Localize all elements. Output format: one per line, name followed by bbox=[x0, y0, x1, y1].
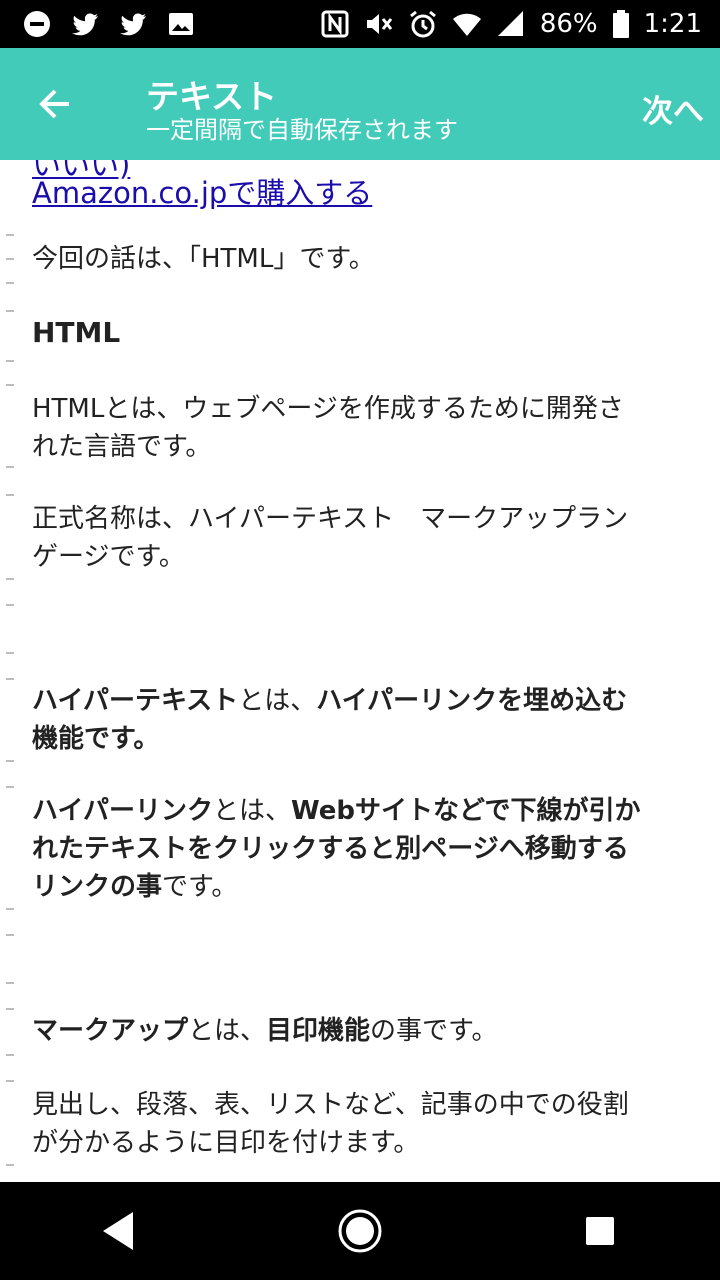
text-line: 正式名称は、ハイパーテキスト マークアップラン bbox=[32, 504, 629, 534]
battery-percent: 86% bbox=[539, 9, 598, 39]
text-run: とは、 bbox=[238, 686, 317, 716]
paragraph-hypertext: ハイパーテキストとは、ハイパーリンクを埋め込む 機能です。 bbox=[32, 682, 692, 758]
text-line: が分かるように目印を付けます。 bbox=[32, 1128, 420, 1158]
bold-text: れたテキストをクリックすると別ページへ移動する bbox=[32, 834, 629, 864]
line-marker bbox=[6, 234, 14, 236]
back-button[interactable] bbox=[30, 84, 80, 124]
line-marker bbox=[6, 282, 14, 284]
bold-term: マークアップ bbox=[32, 1016, 189, 1046]
home-circle-icon bbox=[338, 1209, 382, 1253]
signal-icon bbox=[496, 9, 526, 39]
amazon-purchase-link[interactable]: Amazon.co.jpで購入する bbox=[32, 170, 372, 212]
alarm-icon bbox=[408, 9, 438, 39]
mute-icon bbox=[364, 9, 394, 39]
back-triangle-icon bbox=[103, 1212, 133, 1250]
line-marker bbox=[6, 786, 14, 788]
battery-icon bbox=[612, 9, 630, 39]
nfc-icon bbox=[320, 9, 350, 39]
line-marker bbox=[6, 908, 14, 910]
line-marker bbox=[6, 578, 14, 580]
line-marker bbox=[6, 360, 14, 362]
text-run: とは、 bbox=[212, 796, 291, 826]
line-marker bbox=[6, 1164, 14, 1166]
text-run: とは、 bbox=[188, 1016, 267, 1046]
bold-term: ハイパーテキスト bbox=[32, 686, 239, 716]
line-marker bbox=[6, 1008, 14, 1010]
nav-back-button[interactable] bbox=[80, 1191, 160, 1271]
minus-circle-icon bbox=[22, 9, 52, 39]
line-marker bbox=[6, 494, 14, 496]
text-line: HTMLとは、ウェブページを作成するために開発さ bbox=[32, 394, 624, 424]
bold-term: ハイパーリンク bbox=[32, 796, 213, 826]
line-marker bbox=[6, 258, 14, 260]
section-heading: HTML bbox=[32, 316, 121, 349]
editor-content[interactable]: いいい) Amazon.co.jpで購入する 今回の話は、「HTML」です。 H… bbox=[0, 160, 720, 1182]
app-bar: テキスト 一定間隔で自動保存されます 次へ bbox=[0, 48, 720, 160]
text-run: の事です。 bbox=[370, 1016, 498, 1046]
text-run: です。 bbox=[162, 872, 238, 902]
text-line: ゲージです。 bbox=[32, 542, 185, 572]
line-marker bbox=[6, 310, 14, 312]
paragraph-markup: マークアップとは、目印機能の事です。 bbox=[32, 1012, 692, 1050]
wifi-icon bbox=[452, 9, 482, 39]
status-bar: 86% 1:21 bbox=[0, 0, 720, 48]
twitter-icon bbox=[118, 9, 148, 39]
system-nav-bar bbox=[0, 1182, 720, 1280]
line-marker bbox=[6, 1080, 14, 1082]
line-marker bbox=[6, 760, 14, 762]
paragraph-markup-detail: 見出し、段落、表、リストなど、記事の中での役割 が分かるように目印を付けます。 bbox=[32, 1086, 692, 1162]
line-marker bbox=[6, 384, 14, 386]
arrow-left-icon bbox=[39, 89, 69, 119]
paragraph-official-name: 正式名称は、ハイパーテキスト マークアップラン ゲージです。 bbox=[32, 500, 692, 576]
clock: 1:21 bbox=[643, 9, 702, 39]
next-button[interactable]: 次へ bbox=[642, 86, 704, 131]
text-line: れた言語です。 bbox=[32, 432, 212, 462]
paragraph-html-definition: HTMLとは、ウェブページを作成するために開発さ れた言語です。 bbox=[32, 390, 692, 466]
paragraph-hyperlink: ハイパーリンクとは、Webサイトなどで下線が引か れたテキストをクリックすると別… bbox=[32, 792, 692, 906]
nav-home-button[interactable] bbox=[320, 1191, 400, 1271]
twitter-icon bbox=[70, 9, 100, 39]
recents-square-icon bbox=[586, 1217, 614, 1245]
notification-icons bbox=[22, 9, 196, 39]
line-marker bbox=[6, 652, 14, 654]
bold-text: Webサイトなどで下線が引か bbox=[290, 796, 641, 826]
line-marker bbox=[6, 466, 14, 468]
intro-paragraph: 今回の話は、「HTML」です。 bbox=[32, 244, 375, 274]
image-icon bbox=[166, 9, 196, 39]
bold-text: 目印機能 bbox=[266, 1016, 371, 1046]
nav-recents-button[interactable] bbox=[560, 1191, 640, 1271]
bold-text: 機能です。 bbox=[32, 724, 160, 754]
line-markers bbox=[0, 160, 14, 1182]
line-marker bbox=[6, 604, 14, 606]
autosave-subtitle: 一定間隔で自動保存されます bbox=[146, 116, 458, 144]
line-marker bbox=[6, 678, 14, 680]
line-marker bbox=[6, 934, 14, 936]
bold-text: リンクの事 bbox=[32, 872, 163, 902]
line-marker bbox=[6, 982, 14, 984]
text-line: 見出し、段落、表、リストなど、記事の中での役割 bbox=[32, 1090, 629, 1120]
system-icons: 86% 1:21 bbox=[320, 9, 702, 39]
line-marker bbox=[6, 1054, 14, 1056]
bold-text: ハイパーリンクを埋め込む bbox=[316, 686, 628, 716]
